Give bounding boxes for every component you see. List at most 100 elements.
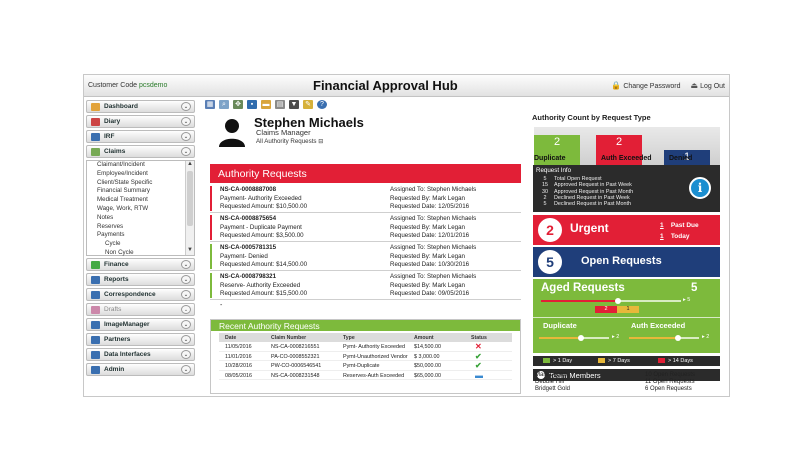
aged-slider[interactable] bbox=[541, 298, 681, 304]
legend-label: > 14 Days bbox=[668, 358, 693, 364]
authority-request-row[interactable]: NS-CA-0005781315 Payment- Denied Requested… bbox=[210, 242, 521, 271]
claims-subitem[interactable]: Financial Summary bbox=[87, 187, 194, 196]
table-row[interactable]: 11/05/2016 NS-CA-0008216551 Pymt- Authorit… bbox=[219, 342, 512, 352]
claims-subitem[interactable]: Wage, Work, RTW bbox=[87, 205, 194, 214]
col-date[interactable]: Date bbox=[225, 335, 236, 341]
chevron-down-icon[interactable]: ⌄ bbox=[181, 275, 191, 284]
filter-icon[interactable]: ▼ bbox=[289, 100, 299, 109]
folder-icon[interactable]: ▬ bbox=[261, 100, 271, 109]
table-row[interactable]: 10/28/2016 PW-CO-0006546541 Pymt-Duplicate… bbox=[219, 361, 512, 371]
legend-item: > 1 Day bbox=[543, 358, 572, 364]
chevron-down-icon[interactable]: ⌄ bbox=[181, 102, 191, 111]
print-icon[interactable]: ▤ bbox=[275, 100, 285, 109]
cell-claim-number[interactable]: NS-CA-0008216551 bbox=[271, 344, 320, 350]
chevron-down-icon[interactable]: ⌄ bbox=[181, 350, 191, 359]
chevron-down-icon[interactable]: ⌄ bbox=[181, 132, 191, 141]
status-icon: ✔ bbox=[475, 351, 482, 361]
scroll-down-icon[interactable]: ▼ bbox=[186, 247, 194, 255]
chevron-down-icon[interactable]: ⌄ bbox=[181, 335, 191, 344]
table-row[interactable]: 08/05/2016 NS-CA-0008231548 Reserves-Auth … bbox=[219, 371, 512, 380]
submenu-scrollbar[interactable]: ▲ ▼ bbox=[185, 161, 194, 255]
settings-icon[interactable]: ✥ bbox=[233, 100, 243, 109]
scroll-up-icon[interactable]: ▲ bbox=[186, 161, 194, 169]
chevron-down-icon[interactable]: ⌄ bbox=[181, 305, 191, 314]
notes-icon[interactable]: ✎ bbox=[303, 100, 313, 109]
scrollbar-thumb[interactable] bbox=[187, 171, 193, 226]
recent-requests-header: Recent Authority Requests bbox=[211, 320, 520, 331]
col-type[interactable]: Type bbox=[343, 335, 355, 341]
claims-subitem[interactable]: Notes bbox=[87, 214, 194, 223]
chevron-down-icon[interactable]: ⌄ bbox=[181, 365, 191, 374]
sidebar-item-partners[interactable]: Partners ⌄ bbox=[86, 333, 195, 346]
authority-request-row[interactable]: NS-CA-0008887008 Payment- Authority Excee… bbox=[210, 184, 521, 213]
request-number[interactable]: NS-CA-0008875654 bbox=[220, 215, 304, 224]
all-authority-requests-link[interactable]: All Authority Requests ⊟ bbox=[256, 138, 323, 145]
chevron-down-icon[interactable]: ⌄ bbox=[181, 290, 191, 299]
duplicate-slider[interactable] bbox=[539, 335, 609, 341]
sidebar-item-drafts[interactable]: Drafts ⌄ bbox=[86, 303, 195, 316]
request-by: Requested By: Mark Legan bbox=[390, 281, 465, 289]
search-icon[interactable]: ⌕ bbox=[219, 100, 229, 109]
claims-subitem[interactable]: Employee/Incident bbox=[87, 170, 194, 179]
chevron-down-icon[interactable]: ⌄ bbox=[181, 320, 191, 329]
urgent-tile[interactable]: 2 Urgent 1 Past Due 1 Today bbox=[533, 215, 720, 245]
claims-subitem[interactable]: Claimant/Incident bbox=[87, 161, 194, 170]
legend-item: > 14 Days bbox=[658, 358, 693, 364]
claims-subitem-label: Claimant/Incident bbox=[97, 161, 145, 168]
sidebar-item-correspondence[interactable]: Correspondence ⌄ bbox=[86, 288, 195, 301]
sidebar-item-diary[interactable]: Diary ⌄ bbox=[86, 115, 195, 128]
authority-requests-list: NS-CA-0008887008 Payment- Authority Excee… bbox=[210, 184, 521, 308]
table-row[interactable]: 11/01/2016 PA-CO-0008552321 Pymt-Unauthori… bbox=[219, 351, 512, 361]
calculator-icon[interactable]: ▦ bbox=[205, 100, 215, 109]
sidebar-item-irf[interactable]: IRF ⌄ bbox=[86, 130, 195, 143]
request-number[interactable]: NS-CA-0008887008 bbox=[220, 186, 307, 195]
team-member-row[interactable]: Mark Legan 10 Open Requests bbox=[535, 372, 695, 378]
authority-request-row[interactable]: NS-CA-0008798321 Reserve- Authority Excee… bbox=[210, 271, 521, 300]
open-requests-tile[interactable]: 5 Open Requests bbox=[533, 247, 720, 277]
claims-subitem[interactable]: Client/State Specific bbox=[87, 179, 194, 188]
claims-subitem-label: Reserves bbox=[97, 222, 124, 230]
claims-subitem[interactable]: Reserves bbox=[87, 223, 194, 232]
sidebar-item-admin[interactable]: Admin ⌄ bbox=[86, 363, 195, 376]
aged-slider-fill bbox=[541, 300, 618, 302]
request-number[interactable]: NS-CA-0005781315 bbox=[220, 244, 307, 253]
claims-subitem[interactable]: Cycle bbox=[87, 240, 194, 249]
col-claim-number[interactable]: Claim Number bbox=[271, 335, 306, 341]
cell-claim-number[interactable]: NS-CA-0008231548 bbox=[271, 373, 320, 379]
cell-claim-number[interactable]: PW-CO-0006546541 bbox=[271, 363, 321, 369]
aged-slider-knob[interactable] bbox=[615, 298, 621, 304]
authority-request-row[interactable]: NS-CA-0008875654 Payment - Duplicate Paym… bbox=[210, 213, 521, 242]
help-icon[interactable]: ? bbox=[317, 100, 327, 109]
today-link[interactable]: 1 Today bbox=[660, 233, 689, 240]
col-status[interactable]: Status bbox=[471, 335, 487, 342]
chevron-down-icon[interactable]: ⌄ bbox=[181, 117, 191, 126]
sidebar-item-claims[interactable]: Claims ⌄ bbox=[86, 145, 195, 158]
duplicate-slider-knob[interactable] bbox=[578, 335, 584, 341]
claims-subitem[interactable]: Medical Treatment bbox=[87, 196, 194, 205]
auth-exceeded-slider-knob[interactable] bbox=[675, 335, 681, 341]
sidebar-item-finance[interactable]: Finance ⌄ bbox=[86, 258, 195, 271]
chevron-down-icon[interactable]: ⌄ bbox=[181, 147, 191, 156]
cell-claim-number[interactable]: PA-CO-0008552321 bbox=[271, 354, 319, 360]
change-password-link[interactable]: 🔒 Change Password bbox=[611, 81, 680, 90]
recent-requests-panel: Recent Authority Requests Date Claim Num… bbox=[210, 319, 521, 394]
sidebar-item-dashboard[interactable]: Dashboard ⌄ bbox=[86, 100, 195, 113]
col-amount[interactable]: Amount bbox=[414, 335, 434, 341]
sidebar-item-reports[interactable]: Reports ⌄ bbox=[86, 273, 195, 286]
sidebar-item-data-interfaces[interactable]: Data Interfaces ⌄ bbox=[86, 348, 195, 361]
team-member-row[interactable]: Debbie Hill 11 Open Requests bbox=[535, 379, 695, 385]
request-number[interactable]: NS-CA-0008798321 bbox=[220, 273, 307, 282]
team-member-name: Bridgett Gold bbox=[535, 386, 571, 392]
logout-link[interactable]: ⏏ Log Out bbox=[691, 81, 725, 90]
claims-subitem[interactable]: Payments bbox=[87, 231, 194, 240]
claims-subitem[interactable]: Non Cycle bbox=[87, 249, 194, 258]
team-member-row[interactable]: Bridgett Gold 6 Open Requests bbox=[535, 386, 692, 392]
save-icon[interactable]: ▪ bbox=[247, 100, 257, 109]
sidebar-item-imagemanager[interactable]: ImageManager ⌄ bbox=[86, 318, 195, 331]
chevron-down-icon[interactable]: ⌄ bbox=[181, 260, 191, 269]
info-icon[interactable]: i bbox=[689, 177, 711, 199]
past-due-link[interactable]: 1 Past Due bbox=[660, 222, 699, 229]
admin-icon bbox=[91, 366, 100, 374]
request-info-count: 5 bbox=[543, 176, 547, 182]
auth-exceeded-slider[interactable] bbox=[629, 335, 699, 341]
